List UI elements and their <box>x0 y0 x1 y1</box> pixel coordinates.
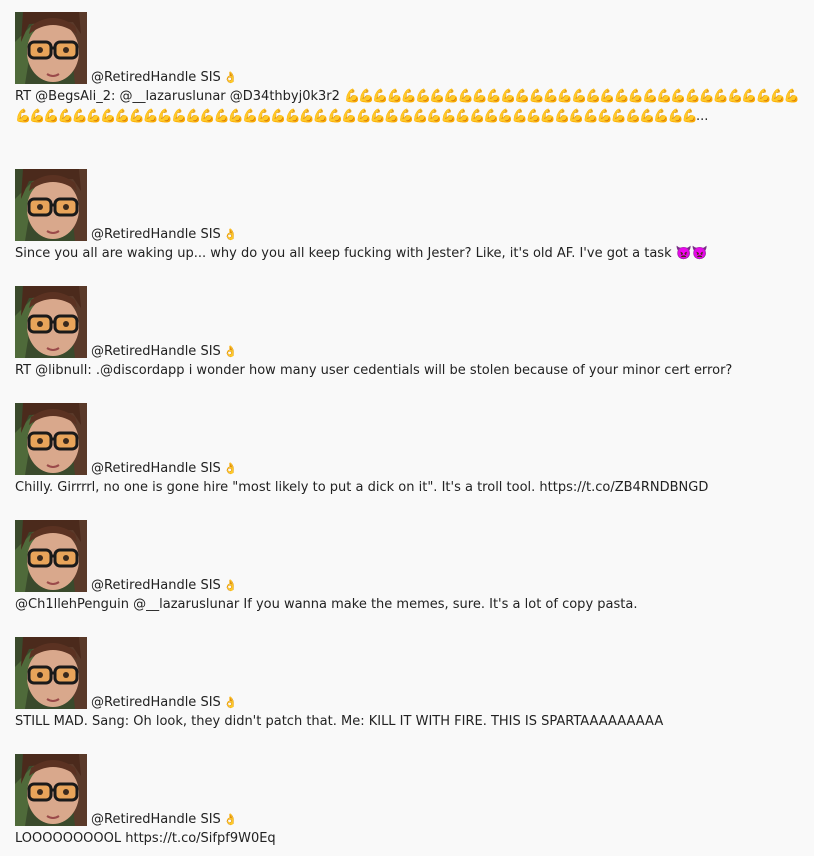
tweet-item[interactable]: @RetiredHandle SIS 👌 RT @libnull: .@disco… <box>15 286 805 381</box>
avatar[interactable] <box>15 403 87 475</box>
ok-hand-icon: 👌 <box>223 462 238 475</box>
tweet-text: RT @BegsAli_2: @__lazaruslunar @D34thbyj… <box>15 89 800 124</box>
tweet-feed: @RetiredHandle SIS 👌 RT @BegsAli_2: @__la… <box>0 0 814 856</box>
user-handle[interactable]: @RetiredHandle SIS 👌 <box>91 345 237 358</box>
tweet-item[interactable]: @RetiredHandle SIS 👌 STILL MAD. Sang: Oh … <box>15 637 805 732</box>
tweet-item[interactable]: @RetiredHandle SIS 👌 RT @BegsAli_2: @__la… <box>15 12 805 127</box>
ok-hand-icon: 👌 <box>223 71 238 84</box>
tweet-text: STILL MAD. Sang: Oh look, they didn't pa… <box>15 714 664 729</box>
tweet-text: RT @libnull: .@discordapp i wonder how m… <box>15 363 733 378</box>
avatar[interactable] <box>15 520 87 592</box>
avatar[interactable] <box>15 637 87 709</box>
user-handle[interactable]: @RetiredHandle SIS 👌 <box>91 228 237 241</box>
tweet-text: @Ch1llehPenguin @__lazaruslunar If you w… <box>15 597 638 612</box>
ok-hand-icon: 👌 <box>223 345 238 358</box>
tweet-text: Since you all are waking up... why do yo… <box>15 246 709 261</box>
avatar[interactable] <box>15 169 87 241</box>
ok-hand-icon: 👌 <box>223 228 238 241</box>
ok-hand-icon: 👌 <box>223 579 238 592</box>
user-handle[interactable]: @RetiredHandle SIS 👌 <box>91 579 237 592</box>
tweet-text: LOOOOOOOOOL https://t.co/Sifpf9W0Eq <box>15 831 276 846</box>
user-handle[interactable]: @RetiredHandle SIS 👌 <box>91 696 237 709</box>
ok-hand-icon: 👌 <box>223 696 238 709</box>
avatar[interactable] <box>15 286 87 358</box>
user-handle[interactable]: @RetiredHandle SIS 👌 <box>91 462 237 475</box>
tweet-item[interactable]: @RetiredHandle SIS 👌 @Ch1llehPenguin @__l… <box>15 520 805 615</box>
avatar[interactable] <box>15 12 87 84</box>
tweet-item[interactable]: @RetiredHandle SIS 👌 LOOOOOOOOOL https://… <box>15 754 805 849</box>
tweet-item[interactable]: @RetiredHandle SIS 👌 Chilly. Girrrrl, no … <box>15 403 805 498</box>
user-handle[interactable]: @RetiredHandle SIS 👌 <box>91 71 237 84</box>
ok-hand-icon: 👌 <box>223 813 238 826</box>
tweet-text: Chilly. Girrrrl, no one is gone hire "mo… <box>15 480 709 495</box>
user-handle[interactable]: @RetiredHandle SIS 👌 <box>91 813 237 826</box>
tweet-item[interactable]: @RetiredHandle SIS 👌 Since you all are wa… <box>15 169 805 264</box>
avatar[interactable] <box>15 754 87 826</box>
